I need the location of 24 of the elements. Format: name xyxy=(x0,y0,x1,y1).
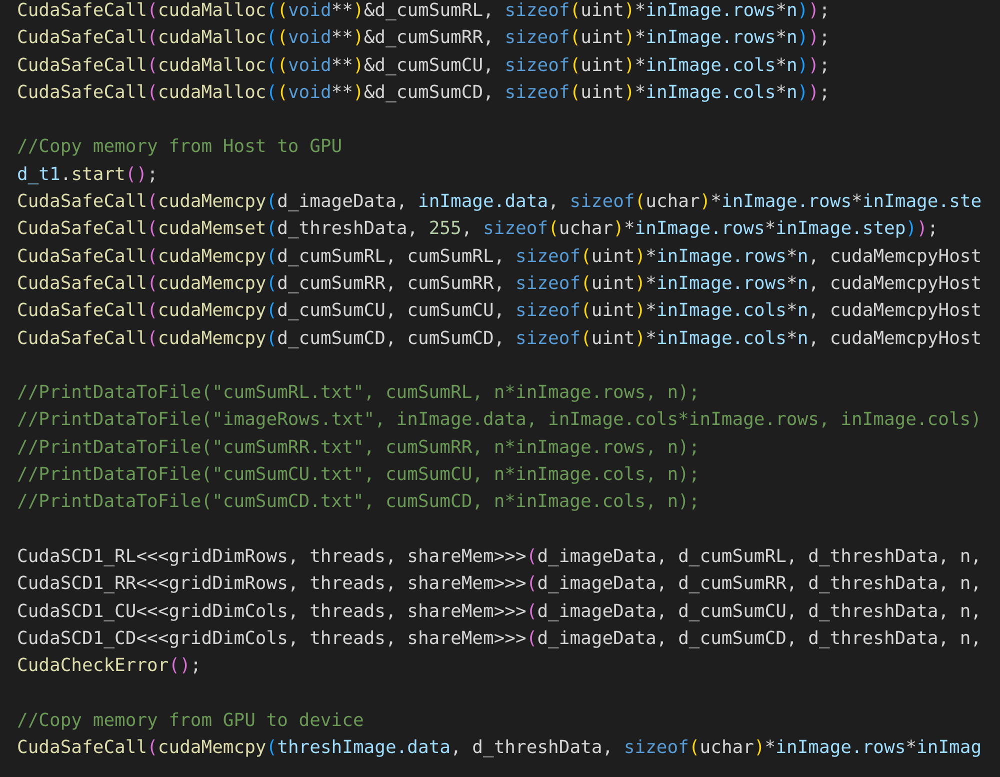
code-line: CudaSCD1_RR<<<gridDimRows, threads, shareMem>>>(d_imageData, d_cumSumRR, d_threshData, n, xyxy=(17,572,982,596)
code-line: //PrintDataToFile("cumSumRR.txt", cumSumRR, n*inImage.rows, n); xyxy=(17,436,700,460)
code-line: CudaSafeCall(cudaMemcpy(threshImage.data, d_threshData, sizeof(uchar)*inImage.rows*inImag xyxy=(17,736,982,760)
code-line: //PrintDataToFile("cumSumCU.txt", cumSumCU, n*inImage.cols, n); xyxy=(17,463,700,488)
code-line: CudaSafeCall(cudaMemcpy(d_cumSumCD, cumSumCD, sizeof(uint)*inImage.cols*n, cudaMemcpyHost xyxy=(17,326,982,351)
code-line: CudaSafeCall(cudaMemcpy(d_cumSumCU, cumSumCU, sizeof(uint)*inImage.cols*n, cudaMemcpyHost xyxy=(17,299,982,324)
code-line: CudaSafeCall(cudaMemcpy(d_cumSumRR, cumSumRR, sizeof(uint)*inImage.rows*n, cudaMemcpyHost xyxy=(17,272,982,296)
code-line: //PrintDataToFile("cumSumCD.txt", cumSumCD, n*inImage.cols, n); xyxy=(17,490,700,514)
code-line: CudaSafeCall(cudaMalloc((void**)&d_cumSumCD, sizeof(uint)*inImage.cols*n)); xyxy=(17,80,830,105)
code-line: CudaCheckError(); xyxy=(17,654,202,678)
code-line: CudaSCD1_RL<<<gridDimRows, threads, shareMem>>>(d_imageData, d_cumSumRL, d_threshData, n, xyxy=(17,544,982,569)
code-line: CudaSafeCall(cudaMalloc((void**)&d_cumSumCU, sizeof(uint)*inImage.cols*n)); xyxy=(17,54,830,78)
code-line: //Copy memory from GPU to device xyxy=(17,708,364,733)
code-line: //PrintDataToFile("imageRows.txt", inImage.data, inImage.cols*inImage.rows, inImage.cols) xyxy=(17,408,982,432)
code-line: CudaSafeCall(cudaMemcpy(d_cumSumRL, cumSumRL, sizeof(uint)*inImage.rows*n, cudaMemcpyHost xyxy=(17,244,982,269)
code-line: CudaSafeCall(cudaMalloc((void**)&d_cumSumRL, sizeof(uint)*inImage.rows*n)); xyxy=(17,0,830,23)
code-line: CudaSafeCall(cudaMemcpy(d_imageData, inImage.data, sizeof(uchar)*inImage.rows*inImage.ste xyxy=(17,190,982,214)
code-line: CudaSafeCall(cudaMalloc((void**)&d_cumSumRR, sizeof(uint)*inImage.rows*n)); xyxy=(17,26,830,50)
code-line: //PrintDataToFile("cumSumRL.txt", cumSumRL, n*inImage.rows, n); xyxy=(17,381,700,406)
code-line: CudaSafeCall(cudaMemset(d_threshData, 255, sizeof(uchar)*inImage.rows*inImage.step)); xyxy=(17,217,938,242)
code-line: d_t1.start(); xyxy=(17,162,158,187)
code-line: CudaSCD1_CU<<<gridDimCols, threads, shareMem>>>(d_imageData, d_cumSumCU, d_threshData, n, xyxy=(17,600,982,624)
code-line: //Copy memory from Host to GPU xyxy=(17,135,342,160)
code-line: CudaSCD1_CD<<<gridDimCols, threads, shareMem>>>(d_imageData, d_cumSumCD, d_threshData, n, xyxy=(17,626,982,651)
